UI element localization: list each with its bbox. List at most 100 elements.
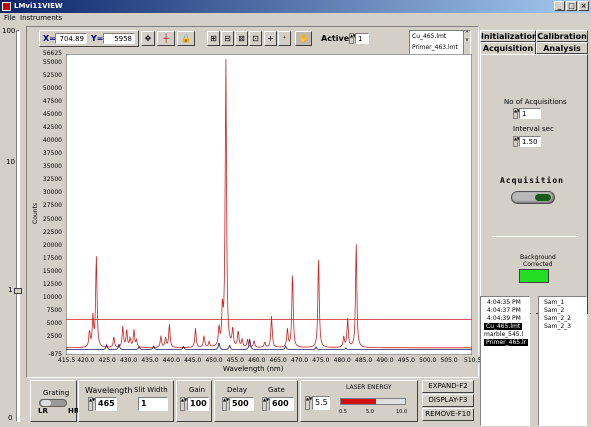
zoom-in-icon[interactable]: ⁺ xyxy=(278,31,291,46)
y-tick-label: 20000 xyxy=(42,241,62,249)
file-list-scrollbar[interactable]: ^ v xyxy=(463,31,470,54)
laser-energy-slider[interactable] xyxy=(340,398,406,405)
gain-spinner[interactable]: ▲▼ xyxy=(180,397,187,411)
x-tick-label: 465.0 xyxy=(269,357,287,364)
x-tick-label: 445.0 xyxy=(184,357,202,364)
move-cursor-icon[interactable]: ✥ xyxy=(141,31,155,46)
laser-energy-fill xyxy=(341,399,377,404)
crosshair-icon[interactable]: ┼ xyxy=(157,31,175,46)
y-tick-label: 30000 xyxy=(42,189,62,197)
sample-item[interactable]: Sam_2_3 xyxy=(544,323,571,330)
x-tick-label: 435.0 xyxy=(141,357,159,364)
x-tick-label: 455.0 xyxy=(226,357,244,364)
y-tick-label: 50000 xyxy=(42,84,62,92)
laser-spinner[interactable]: ▲▼ xyxy=(305,396,312,410)
graph-file-list[interactable]: Cu_465.lmt Primer_463.lmt ^ v xyxy=(409,30,471,55)
zoom-y-icon[interactable]: ⊠ xyxy=(235,31,248,46)
y-tick-label: 2500 xyxy=(46,333,62,341)
y-tick-label: 37500 xyxy=(42,150,62,158)
laser-energy-input[interactable]: 5.5 xyxy=(312,396,330,410)
y-axis-label: Counts xyxy=(31,203,39,224)
y-tick-label: 27500 xyxy=(42,202,62,210)
x-tick-label: 480.0 xyxy=(333,357,351,364)
right-panel: Initialization Calibration Acquisition A… xyxy=(478,26,591,427)
title-bar: LMvi11VIEW _ □ × xyxy=(0,0,591,13)
sample-item[interactable]: Sam_2 xyxy=(544,307,564,314)
gate-spinner[interactable]: ▲▼ xyxy=(262,397,269,411)
slider-thumb[interactable] xyxy=(14,288,22,294)
history-item[interactable]: 4:04:39 PM xyxy=(487,315,521,322)
tab-analysis[interactable]: Analysis xyxy=(536,42,588,54)
acquisition-history-list[interactable]: 4:04:35 PM 4:04:37 PM 4:04:39 PM Cu_465.… xyxy=(480,296,530,426)
expand-button[interactable]: EXPAND-F2 xyxy=(422,380,474,393)
menu-instruments[interactable]: Instruments xyxy=(20,14,62,22)
y-tick-label: 15000 xyxy=(42,267,62,275)
history-item[interactable]: Primer_465.lr xyxy=(484,339,529,346)
app-icon xyxy=(2,2,11,11)
slider-track xyxy=(16,30,20,422)
x-tick-label: 485.0 xyxy=(355,357,373,364)
x-tick-label: 460.0 xyxy=(248,357,266,364)
left-scale-slider[interactable]: 100 10 1 0 xyxy=(0,26,22,424)
y-tick-label: 25000 xyxy=(42,215,62,223)
x-tick-label: 470.0 xyxy=(290,357,309,364)
sample-item[interactable]: Sam_2_2 xyxy=(544,315,571,322)
history-item[interactable]: 4:04:35 PM xyxy=(487,299,521,306)
tab-initialization[interactable]: Initialization xyxy=(480,30,538,42)
active-spinner[interactable]: ▲▼ xyxy=(349,33,356,44)
spectrum-plot[interactable] xyxy=(66,54,472,355)
plus-cursor-icon[interactable]: + xyxy=(264,31,277,46)
interval-input[interactable]: 1.50 xyxy=(519,136,541,147)
delay-spinner[interactable]: ▲▼ xyxy=(222,397,229,411)
remove-button[interactable]: REMOVE-F10 xyxy=(422,408,474,421)
gain-input[interactable]: 100 xyxy=(187,397,209,411)
background-corrected-led xyxy=(519,269,549,283)
sample-item[interactable]: Sam_1 xyxy=(544,299,564,306)
tab-acquisition[interactable]: Acquisition xyxy=(480,42,536,54)
y-tick-label: 7500 xyxy=(46,307,62,315)
interval-spinner[interactable]: ▲▼ xyxy=(513,136,520,147)
history-item[interactable]: 4:04:37 PM xyxy=(487,307,521,314)
gate-input[interactable]: 600 xyxy=(269,397,294,411)
y-tick-label: 56625 xyxy=(42,50,62,57)
zoom-box-icon[interactable]: ⊡ xyxy=(249,31,262,46)
slider-tick-1: 1 xyxy=(8,286,13,294)
slit-width-input[interactable]: 1 xyxy=(138,397,168,411)
slider-tick-100: 100 xyxy=(2,27,16,35)
lock-icon[interactable]: 🔒 xyxy=(177,31,195,46)
y-readout-value: 5958 xyxy=(103,33,135,44)
corrected-label: Corrected xyxy=(523,261,553,268)
wavelength-input[interactable]: 465 xyxy=(95,397,117,411)
x-axis-label: Wavelength (nm) xyxy=(223,365,284,373)
tab-calibration[interactable]: Calibration xyxy=(536,30,588,42)
zoom-fit-icon[interactable]: ⊞ xyxy=(207,31,220,46)
num-acquisitions-label: No of Acquisitions xyxy=(504,98,567,106)
y-tick-label: 32500 xyxy=(42,176,62,184)
y-tick-label: 42500 xyxy=(42,123,62,131)
background-label: Background xyxy=(520,254,556,261)
wavelength-spinner[interactable]: ▲▼ xyxy=(88,397,95,411)
history-item[interactable]: Cu_465.lmt xyxy=(484,323,523,330)
x-tick-label: 440.0 xyxy=(162,357,180,364)
graph-file-item[interactable]: Primer_463.lmt xyxy=(412,44,458,51)
sample-list[interactable]: Sam_1 Sam_2 Sam_2_2 Sam_2_3 xyxy=(538,296,587,426)
display-button[interactable]: DISPLAY-F3 xyxy=(422,394,474,407)
maximize-button[interactable]: □ xyxy=(566,1,577,11)
menu-file[interactable]: File xyxy=(4,14,16,22)
x-tick-label: 490.0 xyxy=(376,357,394,364)
num-acquisitions-input[interactable]: 1 xyxy=(519,108,541,119)
y-tick-label: 22500 xyxy=(42,228,62,236)
x-readout-label: X= xyxy=(43,34,56,43)
x-tick-label: 505.0 xyxy=(440,357,458,364)
close-button[interactable]: × xyxy=(578,1,589,11)
acquisition-toggle-button[interactable] xyxy=(511,191,555,204)
minimize-button[interactable]: _ xyxy=(554,1,565,11)
num-acquisitions-spinner[interactable]: ▲▼ xyxy=(513,108,520,119)
delay-input[interactable]: 500 xyxy=(229,397,254,411)
hand-pan-icon[interactable]: ✋ xyxy=(295,31,312,46)
delay-label: Delay xyxy=(227,386,248,394)
zoom-x-icon[interactable]: ⊟ xyxy=(221,31,234,46)
active-value[interactable]: 1 xyxy=(355,33,369,44)
history-item[interactable]: marble_545.l xyxy=(484,331,523,338)
graph-file-item[interactable]: Cu_465.lmt xyxy=(412,33,446,40)
